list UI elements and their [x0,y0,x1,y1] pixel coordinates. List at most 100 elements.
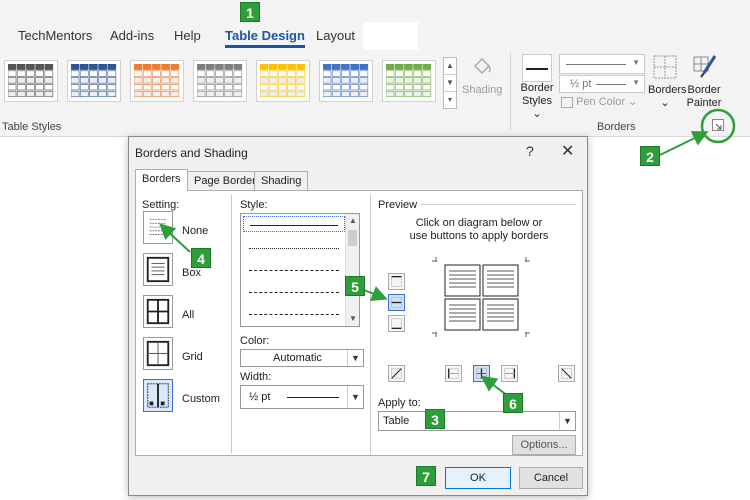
setting-custom-label[interactable]: Custom [182,393,220,405]
border-painter-label-1: Border [687,84,721,96]
callout-3: 3 [425,409,445,429]
ribbon: TechMentors Add-ins Help Table Design La… [0,0,750,137]
tab-add-ins[interactable]: Add-ins [110,28,154,43]
table-style-thumbnail[interactable] [4,60,58,102]
setting-box-icon[interactable] [143,253,173,286]
pen-icon [561,96,573,108]
column-separator [370,195,371,453]
width-value: ½ pt [249,391,271,403]
chevron-down-icon: ▼ [559,412,575,430]
borders-panel: Setting: None Box All Grid Custom Style: [135,190,583,456]
style-dash-dot[interactable] [243,306,345,322]
setting-label: Setting: [142,199,180,211]
dialog-title: Borders and Shading [135,146,248,160]
callout-5: 5 [345,276,365,296]
preview-diagram[interactable] [432,257,530,337]
line-weight-dropdown[interactable]: ½ pt ▼ [559,75,645,93]
table-styles-group-label: Table Styles [2,121,62,133]
diagonal-down-border-button[interactable] [388,365,405,382]
right-border-button[interactable] [501,365,518,382]
preview-hint-2: use buttons to apply borders [409,230,549,242]
gallery-more-icon[interactable]: ▾ [444,92,456,109]
line-style-dropdown[interactable]: ▼ [559,54,645,74]
line-weight-value: ½ pt [570,78,592,90]
style-dotted[interactable] [243,240,345,256]
borders-dialog-launcher-icon[interactable] [712,119,724,131]
style-dashed-small[interactable] [243,262,345,278]
callout-1: 1 [240,2,260,22]
style-label: Style: [240,199,268,211]
style-list-scrollbar[interactable]: ▲ ▼ [345,214,359,326]
setting-custom-icon[interactable] [143,379,173,412]
ribbon-tab-bar: TechMentors Add-ins Help Table Design La… [0,22,420,50]
border-styles-label-1: Border [520,82,554,94]
width-label: Width: [240,371,272,383]
preview-rule [421,204,576,205]
table-style-thumbnail[interactable] [67,60,121,102]
bottom-border-button[interactable] [388,315,405,332]
borders-button[interactable]: Borders ⌄ [648,54,687,110]
width-select[interactable]: ½ pt ▼ [240,385,364,409]
inside-horizontal-border-button[interactable] [388,294,405,311]
borders-grid-icon [653,55,677,79]
preview-hint-1: Click on diagram below or [415,217,543,229]
gallery-scrollbar[interactable]: ▲ ▼ ▾ [443,57,457,109]
scroll-down-icon[interactable]: ▼ [346,312,359,326]
chevron-down-icon: ▼ [347,386,363,408]
tab-borders[interactable]: Borders [135,169,188,191]
tab-layout[interactable]: Layout [316,28,355,43]
shading-label: Shading [462,84,503,96]
left-border-button[interactable] [445,365,462,382]
table-style-thumbnail[interactable] [256,60,310,102]
apply-to-value: Table [383,415,410,427]
chevron-down-icon: ▼ [632,78,640,87]
border-painter-button[interactable]: Border Painter [684,54,724,110]
tab-techmentors[interactable]: TechMentors [18,28,92,43]
top-border-button[interactable] [388,273,405,290]
setting-grid-icon[interactable] [143,337,173,370]
table-style-thumbnail[interactable] [319,60,373,102]
border-style-list[interactable]: ▲ ▼ [240,213,360,327]
help-icon[interactable]: ? [526,143,534,159]
scroll-thumb[interactable] [348,230,357,246]
callout-2: 2 [640,146,660,166]
column-separator [231,195,232,453]
pen-color-button[interactable]: Pen Color ⌄ [561,96,645,109]
callout-4: 4 [191,248,211,268]
preview-label: Preview [378,199,418,211]
gallery-down-icon[interactable]: ▼ [444,75,456,92]
apply-to-label: Apply to: [378,397,421,409]
close-icon[interactable]: ✕ [561,141,574,161]
setting-none-icon[interactable] [143,211,173,244]
border-painter-icon [693,55,717,78]
style-dashed[interactable] [243,284,345,300]
scroll-up-icon[interactable]: ▲ [346,214,359,228]
style-solid[interactable] [243,216,345,232]
options-button[interactable]: Options... [512,435,576,455]
setting-none-label[interactable]: None [182,225,208,237]
cancel-button[interactable]: Cancel [519,467,583,489]
setting-grid-label[interactable]: Grid [182,351,203,363]
paint-bucket-icon [473,57,491,75]
setting-all-label[interactable]: All [182,309,194,321]
diagonal-up-border-button[interactable] [558,365,575,382]
shading-button[interactable]: Shading [462,54,502,97]
table-style-thumbnail[interactable] [193,60,247,102]
tab-help[interactable]: Help [174,28,201,43]
inside-vertical-border-button[interactable] [473,365,490,382]
chevron-down-icon: ▼ [632,58,640,67]
apply-to-select[interactable]: Table ▼ [378,411,576,431]
ok-button[interactable]: OK [445,467,511,489]
callout-6: 6 [503,393,523,413]
borders-group-label: Borders [597,121,636,133]
color-select[interactable]: Automatic ▼ [240,349,364,367]
table-style-thumbnail[interactable] [382,60,436,102]
tab-shading[interactable]: Shading [254,171,309,191]
tab-table-design[interactable]: Table Design [225,28,305,48]
gallery-up-icon[interactable]: ▲ [444,58,456,75]
table-style-thumbnail[interactable] [130,60,184,102]
setting-all-icon[interactable] [143,295,173,328]
border-styles-button[interactable]: Border Styles ⌄ [517,54,557,121]
tab-page-border[interactable]: Page Border [187,171,263,191]
group-separator [510,52,511,130]
